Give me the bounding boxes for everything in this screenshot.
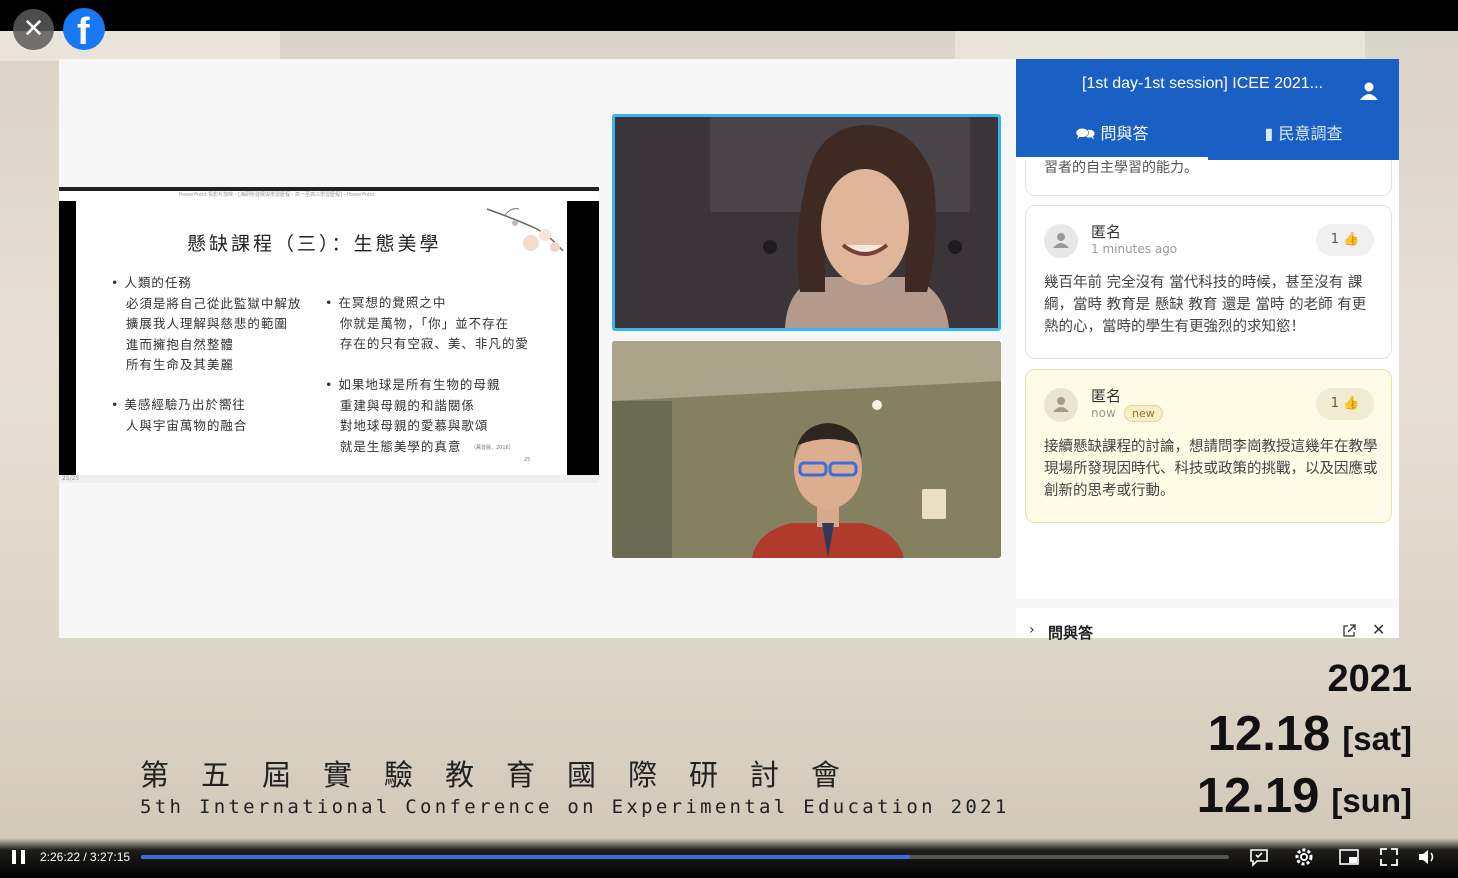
player-controls: 2:26:22 / 3:27:15 xyxy=(0,838,1458,878)
conference-title-english: 5th International Conference on Experime… xyxy=(140,796,1010,818)
new-badge: new xyxy=(1124,405,1163,422)
slide-counter: 25/25 xyxy=(62,475,80,482)
chevron-right-icon[interactable]: › xyxy=(1029,622,1035,638)
question-text: 幾百年前 完全沒有 當代科技的時候，甚至沒有 課綱，當時 教育是 懸缺 教育 還… xyxy=(1044,275,1367,335)
close-icon[interactable]: ✕ xyxy=(1372,620,1385,639)
thumbs-up-icon: 👍 xyxy=(1343,232,1360,247)
slide-title: 懸缺課程（三）：生態美學 xyxy=(187,233,442,255)
top-bar xyxy=(0,0,1458,31)
slide-window-title: PowerPoint 投影片放映 - [海研所發展與學習歷程 - 高一至高三學習… xyxy=(179,192,375,198)
close-icon: ✕ xyxy=(22,14,45,44)
slide-letterbox-right xyxy=(567,201,599,475)
participant-video[interactable] xyxy=(612,341,1001,558)
slide-right-bullets: • 在冥想的覺照之中 你就是萬物，「你」並不存在 存在的只有空寂、美、非凡的愛 xyxy=(325,295,529,351)
fullscreen-icon[interactable] xyxy=(1378,846,1400,868)
conference-date-2: 12.19 [sun] xyxy=(1197,768,1412,824)
thumbs-up-icon: 👍 xyxy=(1343,396,1360,411)
avatar xyxy=(1044,224,1078,258)
tab-qa[interactable]: 🗪 問與答 xyxy=(1016,119,1208,160)
speaker-video-active[interactable] xyxy=(612,114,1001,331)
slide-page-number: 25 xyxy=(524,457,531,463)
qa-footer-label: 問與答 xyxy=(1048,624,1094,642)
shared-slide: PowerPoint 投影片放映 - [海研所發展與學習歷程 - 高一至高三學習… xyxy=(59,187,599,483)
plum-blossom-decoration xyxy=(486,208,564,252)
paper-strip xyxy=(955,31,1365,61)
person-icon xyxy=(1053,233,1069,248)
facebook-logo[interactable]: f xyxy=(63,8,105,53)
slide-letterbox-left xyxy=(59,201,76,475)
video-frame: ✕ f PowerPoint 投影片放映 - [海研所發展與學習歷程 - 高一至… xyxy=(0,0,1458,878)
question-card: 匿名 1 minutes ago 1 👍 幾百年前 完全沒有 當代科技的時候，甚… xyxy=(1025,205,1392,359)
day-2: [sun] xyxy=(1331,782,1412,819)
slide-left-bullets: • 人類的任務 必須是將自己從此監獄中解放 擴展我人理解與慈悲的範圍 進而擁抱自… xyxy=(111,275,302,372)
participant-portrait xyxy=(612,341,1001,558)
miniplayer-icon[interactable] xyxy=(1338,846,1360,868)
chat-bubble-icon: 🗪 xyxy=(1075,124,1096,143)
meeting-window: PowerPoint 投影片放映 - [海研所發展與學習歷程 - 高一至高三學習… xyxy=(59,59,1399,642)
bar-chart-icon: ▮ xyxy=(1264,124,1274,143)
date-1: 12.18 xyxy=(1207,707,1331,761)
question-time: 1 minutes ago xyxy=(1091,242,1178,256)
slide-citation: （萬曾晨，2016） xyxy=(471,445,514,451)
person-icon xyxy=(1053,397,1069,412)
date-2: 12.19 xyxy=(1196,769,1320,823)
timecode: 2:26:22 / 3:27:15 xyxy=(40,850,131,864)
like-count: 1 xyxy=(1330,396,1339,411)
like-button[interactable]: 1 👍 xyxy=(1316,224,1374,256)
slide-status-bar: 25/25 xyxy=(59,475,599,483)
pause-icon[interactable] xyxy=(12,850,26,864)
progress-fill xyxy=(141,855,911,859)
question-time: now xyxy=(1091,406,1116,420)
question-author: 匿名 xyxy=(1091,223,1122,241)
close-button[interactable]: ✕ xyxy=(13,9,54,50)
question-card: 匿名 now new 1 👍 接續懸缺課程的討論，想請問李崗教授這幾年在教學現場… xyxy=(1025,369,1392,523)
day-1: [sat] xyxy=(1342,720,1412,757)
question-text: 接續懸缺課程的討論，想請問李崗教授這幾年在教學現場所發現因時代、科技或政策的挑戰… xyxy=(1044,439,1378,499)
facebook-icon: f xyxy=(77,11,90,53)
user-icon[interactable] xyxy=(1357,79,1381,103)
qa-panel-header: [1st day-1st session] ICEE 2021... 🗪 問與答… xyxy=(1016,59,1399,160)
qa-footer-bar[interactable]: › 問與答 ✕ xyxy=(1016,608,1399,642)
like-button[interactable]: 1 👍 xyxy=(1316,388,1374,420)
slide-left-bullets-2: • 美感經驗乃出於嚮往 人與宇宙萬物的融合 xyxy=(111,397,248,433)
conference-year: 2021 xyxy=(1327,658,1412,700)
conference-title-chinese: 第五屆實驗教育國際研討會 xyxy=(140,758,873,792)
tab-qa-label: 問與答 xyxy=(1100,124,1149,143)
like-count: 1 xyxy=(1330,232,1339,247)
open-external-icon[interactable] xyxy=(1342,624,1356,638)
speaker-portrait xyxy=(615,117,998,328)
conference-date-1: 12.18 [sat] xyxy=(1208,706,1412,762)
session-title: [1st day-1st session] ICEE 2021... xyxy=(1082,75,1324,92)
qa-panel: 習者的自主學習的能力。 匿名 1 minutes ago 1 👍 幾百年前 完全… xyxy=(1016,59,1399,599)
settings-icon[interactable] xyxy=(1293,846,1315,868)
volume-icon[interactable] xyxy=(1416,846,1438,868)
question-text: 習者的自主學習的能力。 xyxy=(1044,160,1198,176)
captions-icon[interactable] xyxy=(1248,846,1270,868)
avatar xyxy=(1044,388,1078,422)
question-author: 匿名 xyxy=(1091,387,1122,405)
tab-poll-label: 民意調查 xyxy=(1278,124,1343,143)
progress-bar[interactable] xyxy=(141,855,1229,859)
tab-poll[interactable]: ▮ 民意調查 xyxy=(1208,119,1399,160)
